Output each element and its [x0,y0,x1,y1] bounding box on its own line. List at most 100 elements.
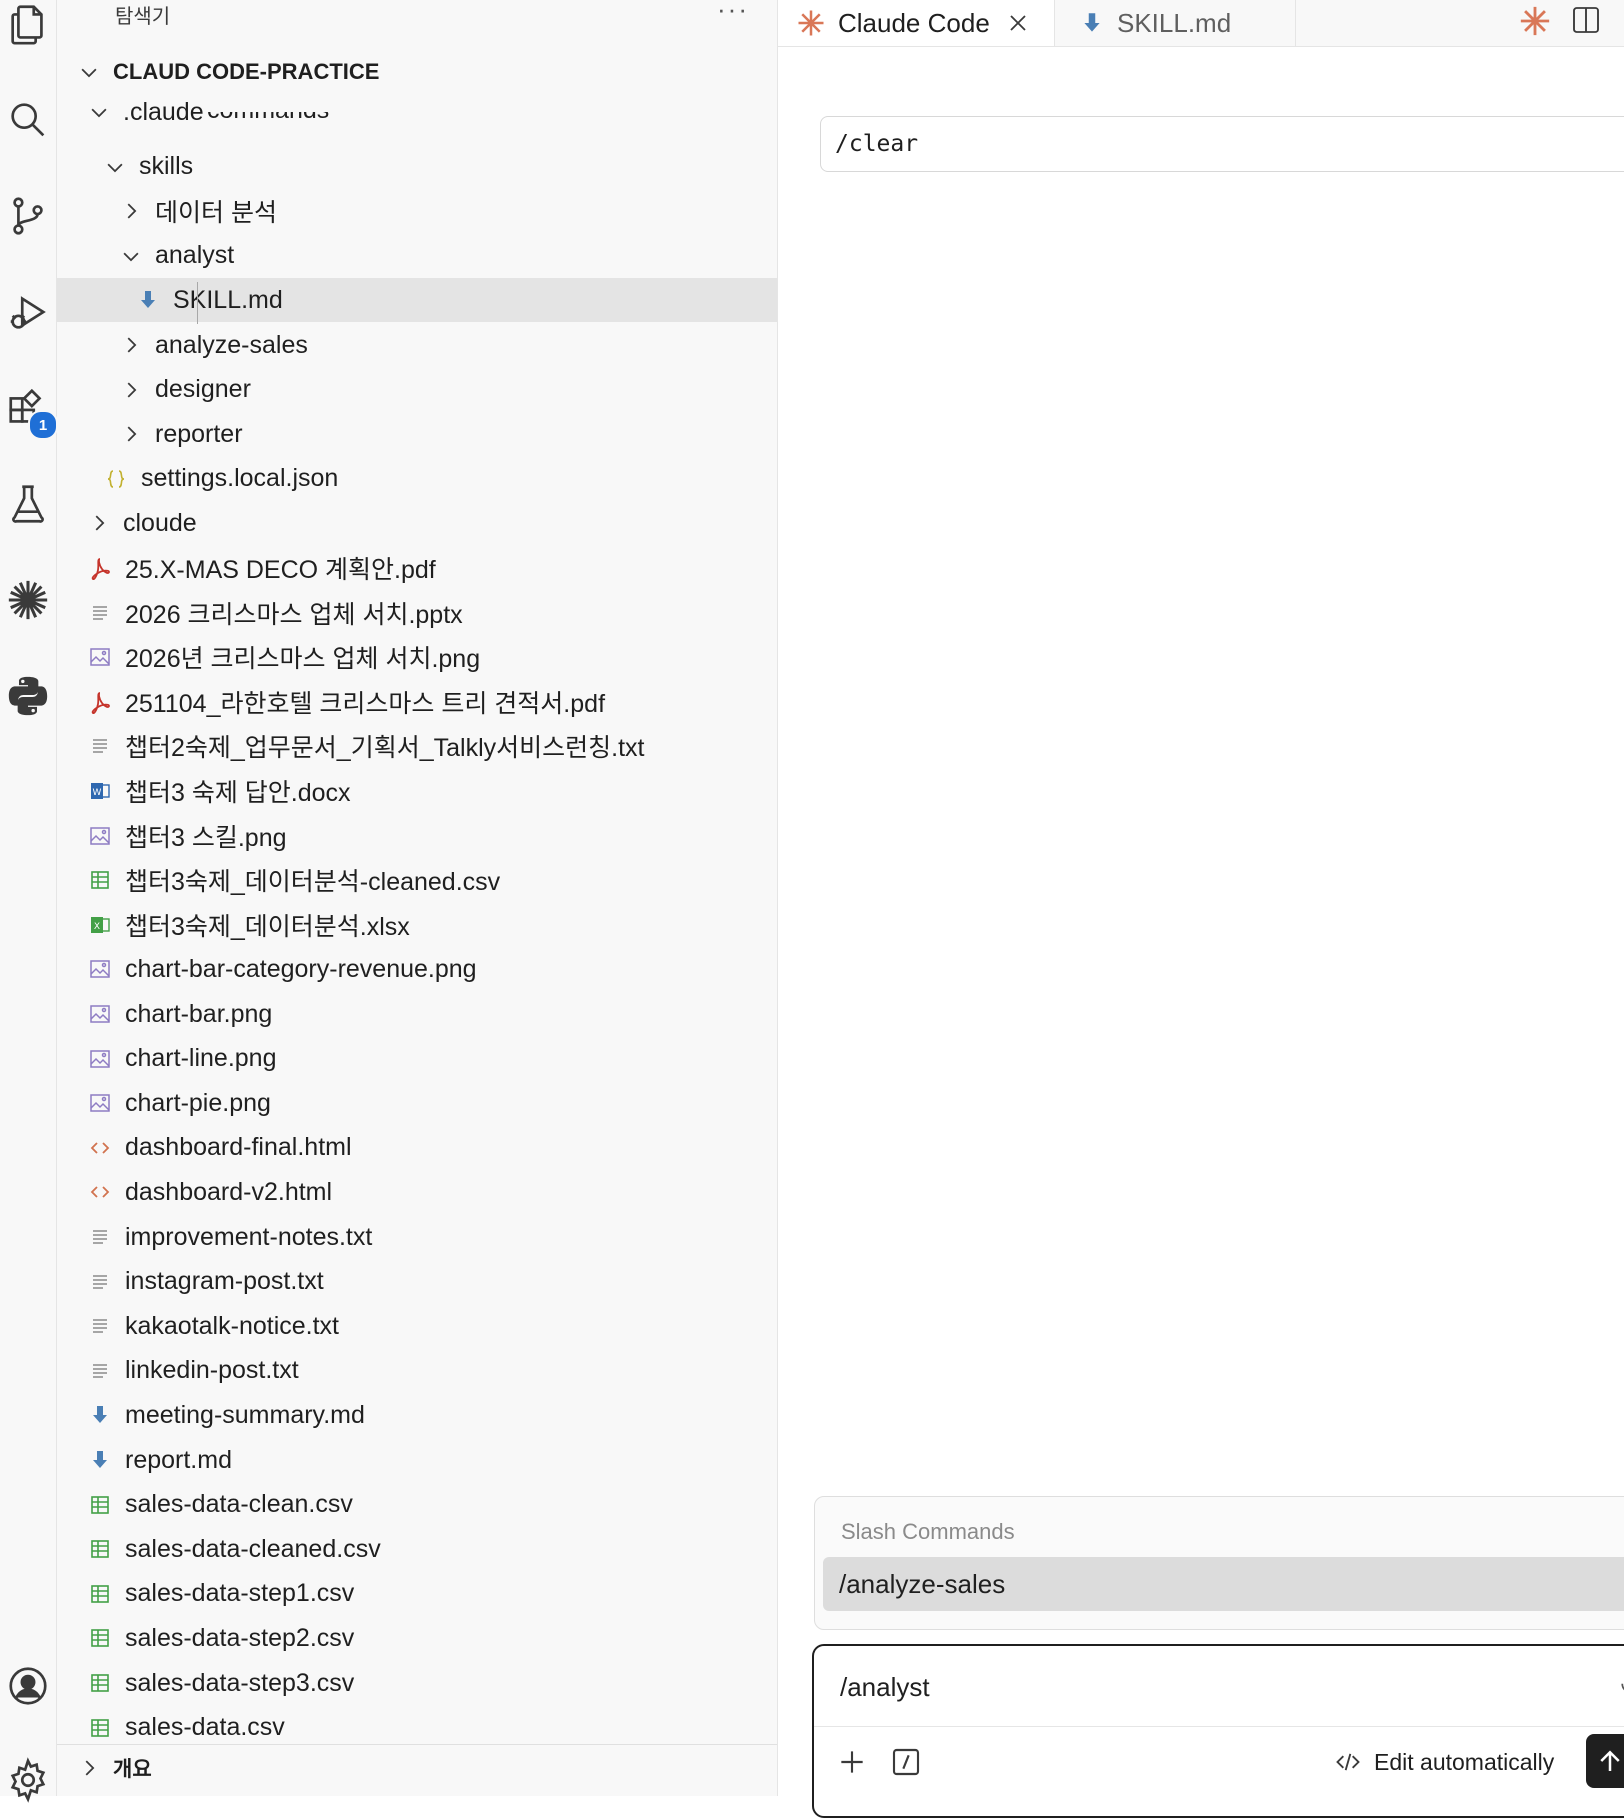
tree-file[interactable]: improvement-notes.txt [57,1215,777,1259]
tree-file[interactable]: 챕터3숙제_데이터분석-cleaned.csv [57,858,777,902]
tree-file[interactable]: 챕터2숙제_업무문서_기획서_Talkly서비스런칭.txt [57,724,777,768]
tree-file[interactable]: dashboard-final.html [57,1126,777,1170]
indent-guide [197,282,198,324]
chevron-right-icon [77,1756,101,1780]
workspace-root-header[interactable]: CLAUD CODE-PRACTICE [77,54,379,90]
tree-file[interactable]: sales-data-step2.csv [57,1616,777,1660]
svg-text:X: X [94,922,100,932]
tab-label: SKILL.md [1117,7,1232,38]
svg-text:W: W [93,788,102,798]
tree-file[interactable]: sales-data.csv [57,1706,777,1750]
slash-command-option[interactable]: /analyze-sales [823,1557,1624,1611]
tree-file[interactable]: sales-data-clean.csv [57,1483,777,1527]
tree-file[interactable]: SKILL.md [57,278,777,323]
tree-file[interactable]: report.md [57,1438,777,1482]
tree-folder[interactable]: analyze-sales [57,323,777,367]
tree-item-label: report.md [125,1445,232,1474]
tree-file[interactable]: sales-data-step1.csv [57,1572,777,1616]
tree-item-label: analyze-sales [155,330,308,359]
tree-folder[interactable]: reporter [57,412,777,456]
tree-item-label: 2026년 크리스마스 업체 서치.png [125,645,481,674]
tree-item-label: .claude [123,97,204,126]
pdf-icon [87,689,113,715]
tree-file[interactable]: 2026년 크리스마스 업체 서치.png [57,635,777,679]
close-icon[interactable] [1006,11,1030,35]
tree-file[interactable]: sales-data-cleaned.csv [57,1527,777,1571]
edit-mode-toggle[interactable]: Edit automatically [1334,1744,1554,1780]
more-actions-button[interactable]: ··· [717,0,749,25]
markdown-icon [135,287,161,313]
tree-folder[interactable]: designer [57,368,777,412]
tree-file[interactable]: 25.X-MAS DECO 계획안.pdf [57,546,777,590]
chevron-down-icon [103,155,127,179]
claude-spark-icon[interactable] [4,576,52,624]
tree-item-label: reporter [155,419,243,448]
add-attachment-icon[interactable] [832,1742,872,1782]
tree-file[interactable]: chart-bar-category-revenue.png [57,947,777,991]
tree-item-label: 2026 크리스마스 업체 서치.pptx [125,600,463,629]
tree-item-label: sales-data-step2.csv [125,1623,355,1652]
tree-file[interactable]: sales-data-step3.csv [57,1661,777,1705]
tree-file[interactable]: 2026 크리스마스 업체 서치.pptx [57,591,777,635]
settings-gear-icon[interactable] [4,1756,52,1804]
tree-file[interactable]: dashboard-v2.html [57,1170,777,1214]
tree-folder[interactable]: .claude [57,90,777,134]
tree-item-label: sales-data-clean.csv [125,1490,353,1519]
tree-folder[interactable]: skills [57,145,777,189]
tree-folder[interactable]: cloude [57,501,777,545]
chat-input[interactable]: /analyst [840,1672,930,1703]
tree-file[interactable]: settings.local.json [57,457,777,501]
csv-file-icon [87,1581,113,1607]
tree-file[interactable]: 챕터3 스킬.png [57,814,777,858]
input-divider [814,1726,1624,1727]
tab-skill-md[interactable]: SKILL.md [1055,0,1296,46]
tree-folder[interactable]: analyst [57,234,777,278]
tree-file[interactable]: W 챕터3 숙제 답안.docx [57,769,777,813]
tree-folder[interactable]: 데이터 분석 [57,189,777,233]
microphone-icon[interactable] [1616,1670,1624,1700]
explorer-files-icon[interactable] [4,0,52,48]
send-button[interactable] [1586,1734,1624,1788]
tree-item-label: 챕터3숙제_데이터분석-cleaned.csv [125,868,501,897]
source-control-icon[interactable] [4,192,52,240]
tree-file[interactable]: X 챕터3숙제_데이터분석.xlsx [57,903,777,947]
split-editor-icon[interactable] [1570,4,1602,36]
tab-bar: Claude Code SKILL.md [778,0,1624,47]
tree-file[interactable]: chart-bar.png [57,992,777,1036]
slash-command-icon[interactable] [886,1742,926,1782]
tree-item-label: 25.X-MAS DECO 계획안.pdf [125,556,436,584]
chevron-down-icon [87,100,111,124]
tree-file[interactable]: linkedin-post.txt [57,1349,777,1393]
tree-item-label: 데이터 분석 [155,199,277,228]
outline-section-header[interactable]: 개요 [57,1744,777,1791]
claude-spark-icon [796,8,826,38]
tree-file[interactable]: meeting-summary.md [57,1393,777,1437]
tree-file[interactable]: chart-line.png [57,1037,777,1081]
tree-item-label: 챕터3 숙제 답안.docx [125,779,351,807]
claude-spark-icon[interactable] [1518,4,1552,38]
outline-label: 개요 [113,1758,152,1781]
csv-file-icon [87,1536,113,1562]
image-file-icon [87,644,113,670]
tree-file[interactable]: kakaotalk-notice.txt [57,1304,777,1348]
search-icon[interactable] [4,96,52,144]
tree-item-label: sales-data.csv [125,1713,285,1742]
chevron-right-icon [119,199,143,223]
python-icon[interactable] [4,672,52,720]
tree-item-label: designer [155,375,251,404]
tree-item-label: skills [139,152,194,181]
tree-file[interactable]: instagram-post.txt [57,1260,777,1304]
tree-item-label: dashboard-final.html [125,1133,352,1162]
run-debug-icon[interactable] [4,288,52,336]
tab-claude-code[interactable]: Claude Code [778,0,1055,46]
pdf-icon [87,555,113,581]
chevron-right-icon [119,333,143,357]
excel-file-icon: X [87,912,113,938]
text-file-icon [87,733,113,759]
tree-item-label: settings.local.json [141,464,339,493]
markdown-icon [87,1402,113,1428]
account-icon[interactable] [4,1662,52,1710]
tree-file[interactable]: chart-pie.png [57,1081,777,1125]
tree-file[interactable]: 251104_라한호텔 크리스마스 트리 견적서.pdf [57,680,777,724]
testing-flask-icon[interactable] [4,480,52,528]
